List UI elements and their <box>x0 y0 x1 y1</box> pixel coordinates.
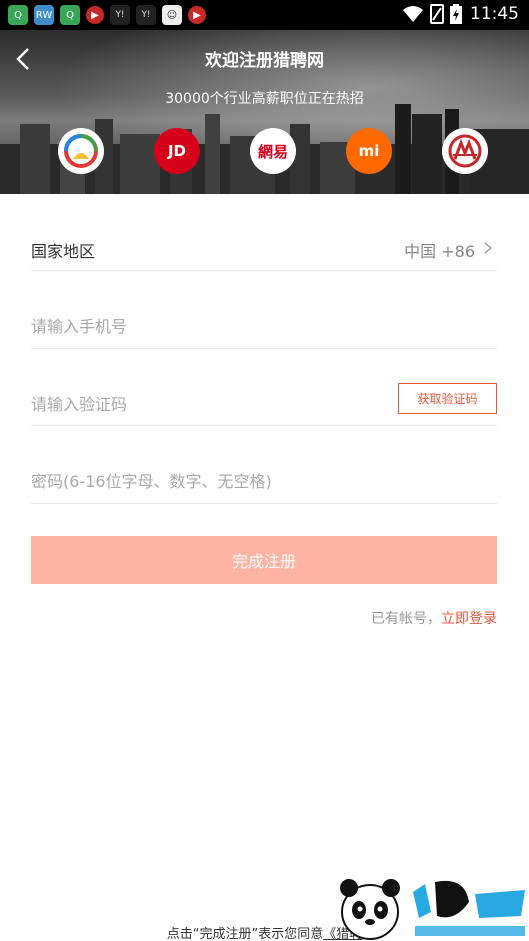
complete-registration-button[interactable]: 完成注册 <box>31 536 497 584</box>
get-code-button[interactable]: 获取验证码 <box>398 383 497 414</box>
partner-logo-1-icon <box>64 134 98 168</box>
partner-logo-1 <box>58 128 104 174</box>
partner-logos: JD 網易 mi <box>58 128 488 174</box>
watermark-logo <box>340 879 525 940</box>
app-notification-icon: Y! <box>110 5 130 25</box>
battery-charging-icon <box>450 4 462 24</box>
video-notification-icon: ▶ <box>86 6 104 24</box>
jd-logo: JD <box>154 128 200 174</box>
app-notification-icon: RW <box>34 5 54 25</box>
netease-logo: 網易 <box>250 128 296 174</box>
login-link[interactable]: 立即登录 <box>441 611 497 627</box>
verification-code-row: 获取验证码 <box>31 383 497 426</box>
app-notification-icon: Y! <box>136 5 156 25</box>
clock: 11:45 <box>470 4 519 24</box>
no-sim-icon <box>430 4 444 24</box>
status-bar: Q RW Q ▶ Y! Y! ☺ ▶ 11:45 <box>0 0 529 30</box>
system-status: 11:45 <box>402 4 519 24</box>
partner-logo-5 <box>442 128 488 174</box>
page-title: 欢迎注册猎聘网 <box>205 51 324 71</box>
country-region-label: 国家地区 <box>31 242 96 261</box>
wifi-icon <box>403 6 423 22</box>
login-prompt: 已有帐号，立即登录 <box>371 608 497 628</box>
face-notification-icon: ☺ <box>162 5 182 25</box>
country-region-row[interactable]: 国家地区 中国 +86 <box>31 228 497 271</box>
password-input[interactable] <box>31 469 491 493</box>
verification-code-input[interactable] <box>31 392 371 416</box>
country-code-value: 中国 +86 <box>404 242 475 261</box>
app-notification-icon: Q <box>60 5 80 25</box>
app-notification-icon: Q <box>8 5 28 25</box>
login-prompt-text: 已有帐号， <box>371 611 441 627</box>
notification-icons: Q RW Q ▶ Y! Y! ☺ ▶ <box>8 5 212 25</box>
phone-row <box>31 306 497 349</box>
xiaomi-logo: mi <box>346 128 392 174</box>
video-notification-icon: ▶ <box>188 6 206 24</box>
page-subtitle: 30000个行业高薪职位正在热招 <box>165 91 364 107</box>
phone-input[interactable] <box>31 314 371 338</box>
chevron-right-icon <box>484 242 493 254</box>
header-banner: 欢迎注册猎聘网 30000个行业高薪职位正在热招 JD 網易 mi <box>0 30 529 194</box>
partner-logo-5-icon <box>448 134 482 168</box>
terms-prefix: 点击“完成注册”表示您同意 <box>166 927 324 941</box>
password-row <box>31 461 497 504</box>
